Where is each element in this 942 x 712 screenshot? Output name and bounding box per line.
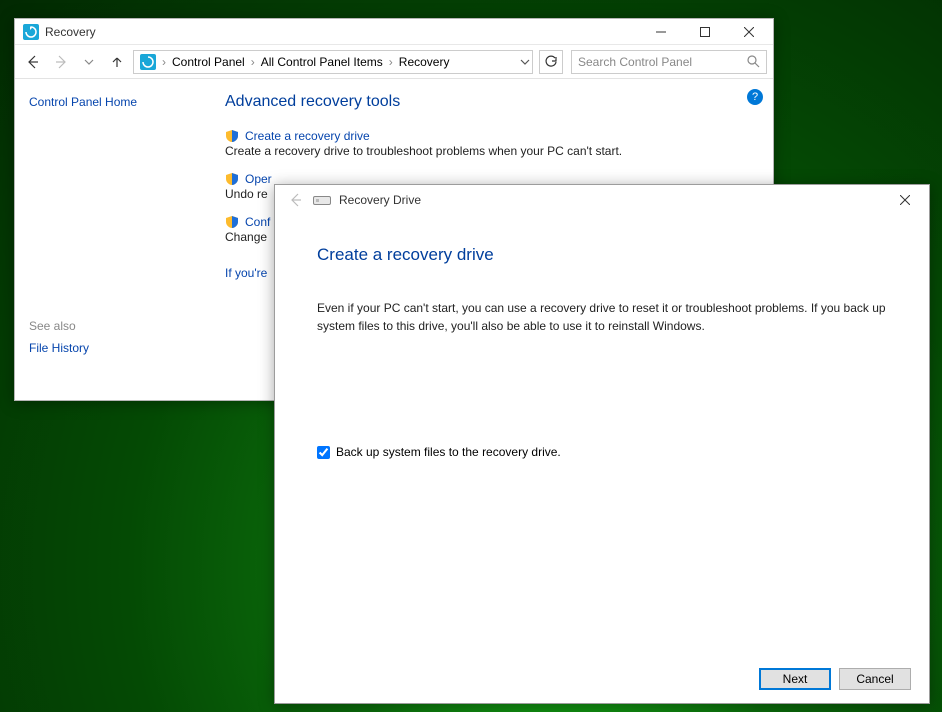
maximize-icon [700, 27, 710, 37]
close-button[interactable] [727, 19, 771, 45]
help-button[interactable]: ? [747, 89, 763, 105]
wiz-back-button[interactable] [285, 189, 307, 211]
breadcrumb-caret[interactable]: › [387, 55, 395, 69]
arrow-left-icon [288, 192, 304, 208]
breadcrumb-seg-2[interactable]: All Control Panel Items [257, 55, 387, 69]
wiz-heading: Create a recovery drive [317, 245, 887, 265]
search-box[interactable] [571, 50, 767, 74]
drive-icon [313, 193, 331, 207]
cp-titlebar: Recovery [15, 19, 773, 45]
tool-link[interactable]: Conf [245, 215, 270, 229]
arrow-up-icon [110, 55, 124, 69]
next-button-label: Next [783, 672, 808, 686]
page-heading: Advanced recovery tools [225, 93, 763, 111]
nav-back-button[interactable] [21, 50, 45, 74]
cp-title: Recovery [45, 25, 639, 39]
address-bar[interactable]: › Control Panel › All Control Panel Item… [133, 50, 533, 74]
wiz-close-button[interactable] [883, 185, 927, 215]
recovery-icon [140, 54, 156, 70]
backup-checkbox[interactable] [317, 446, 330, 459]
recovery-drive-wizard: Recovery Drive Create a recovery drive E… [274, 184, 930, 704]
nav-forward-button[interactable] [49, 50, 73, 74]
breadcrumb-seg-1[interactable]: Control Panel [168, 55, 249, 69]
file-history-link[interactable]: File History [29, 341, 89, 355]
cp-nav-bar: › Control Panel › All Control Panel Item… [15, 45, 773, 79]
tool-desc: Create a recovery drive to troubleshoot … [225, 144, 763, 158]
recovery-icon [23, 24, 39, 40]
breadcrumb-caret[interactable]: › [249, 55, 257, 69]
cancel-button[interactable]: Cancel [839, 668, 911, 690]
search-input[interactable] [578, 55, 747, 69]
shield-icon [225, 215, 239, 229]
arrow-right-icon [53, 54, 69, 70]
see-also-label: See also [29, 319, 201, 333]
minimize-button[interactable] [639, 19, 683, 45]
refresh-button[interactable] [539, 50, 563, 74]
tool-create-recovery-drive: Create a recovery drive Create a recover… [225, 129, 763, 158]
next-button[interactable]: Next [759, 668, 831, 690]
minimize-icon [656, 27, 666, 37]
wiz-titlebar: Recovery Drive [275, 185, 929, 215]
close-icon [744, 27, 754, 37]
search-icon [747, 55, 760, 68]
wiz-body: Create a recovery drive Even if your PC … [275, 215, 929, 655]
nav-up-button[interactable] [105, 50, 129, 74]
arrow-left-icon [25, 54, 41, 70]
backup-checkbox-label: Back up system files to the recovery dri… [336, 445, 561, 459]
shield-icon [225, 172, 239, 186]
breadcrumb-seg-3[interactable]: Recovery [395, 55, 454, 69]
refresh-icon [544, 55, 558, 69]
tool-link[interactable]: If you're [225, 266, 267, 280]
maximize-button[interactable] [683, 19, 727, 45]
breadcrumb-caret[interactable]: › [160, 55, 168, 69]
wiz-title: Recovery Drive [339, 193, 883, 207]
cp-sidebar: Control Panel Home See also File History [15, 79, 215, 400]
control-panel-home-link[interactable]: Control Panel Home [29, 95, 201, 109]
chevron-down-icon[interactable] [520, 57, 530, 67]
chevron-down-icon [84, 57, 94, 67]
backup-checkbox-row[interactable]: Back up system files to the recovery dri… [317, 445, 887, 459]
close-icon [900, 195, 910, 205]
tool-link[interactable]: Oper [245, 172, 272, 186]
wiz-desc: Even if your PC can't start, you can use… [317, 299, 887, 335]
cancel-button-label: Cancel [856, 672, 893, 686]
nav-recent-button[interactable] [77, 50, 101, 74]
tool-link[interactable]: Create a recovery drive [245, 129, 370, 143]
shield-icon [225, 129, 239, 143]
wiz-footer: Next Cancel [275, 655, 929, 703]
